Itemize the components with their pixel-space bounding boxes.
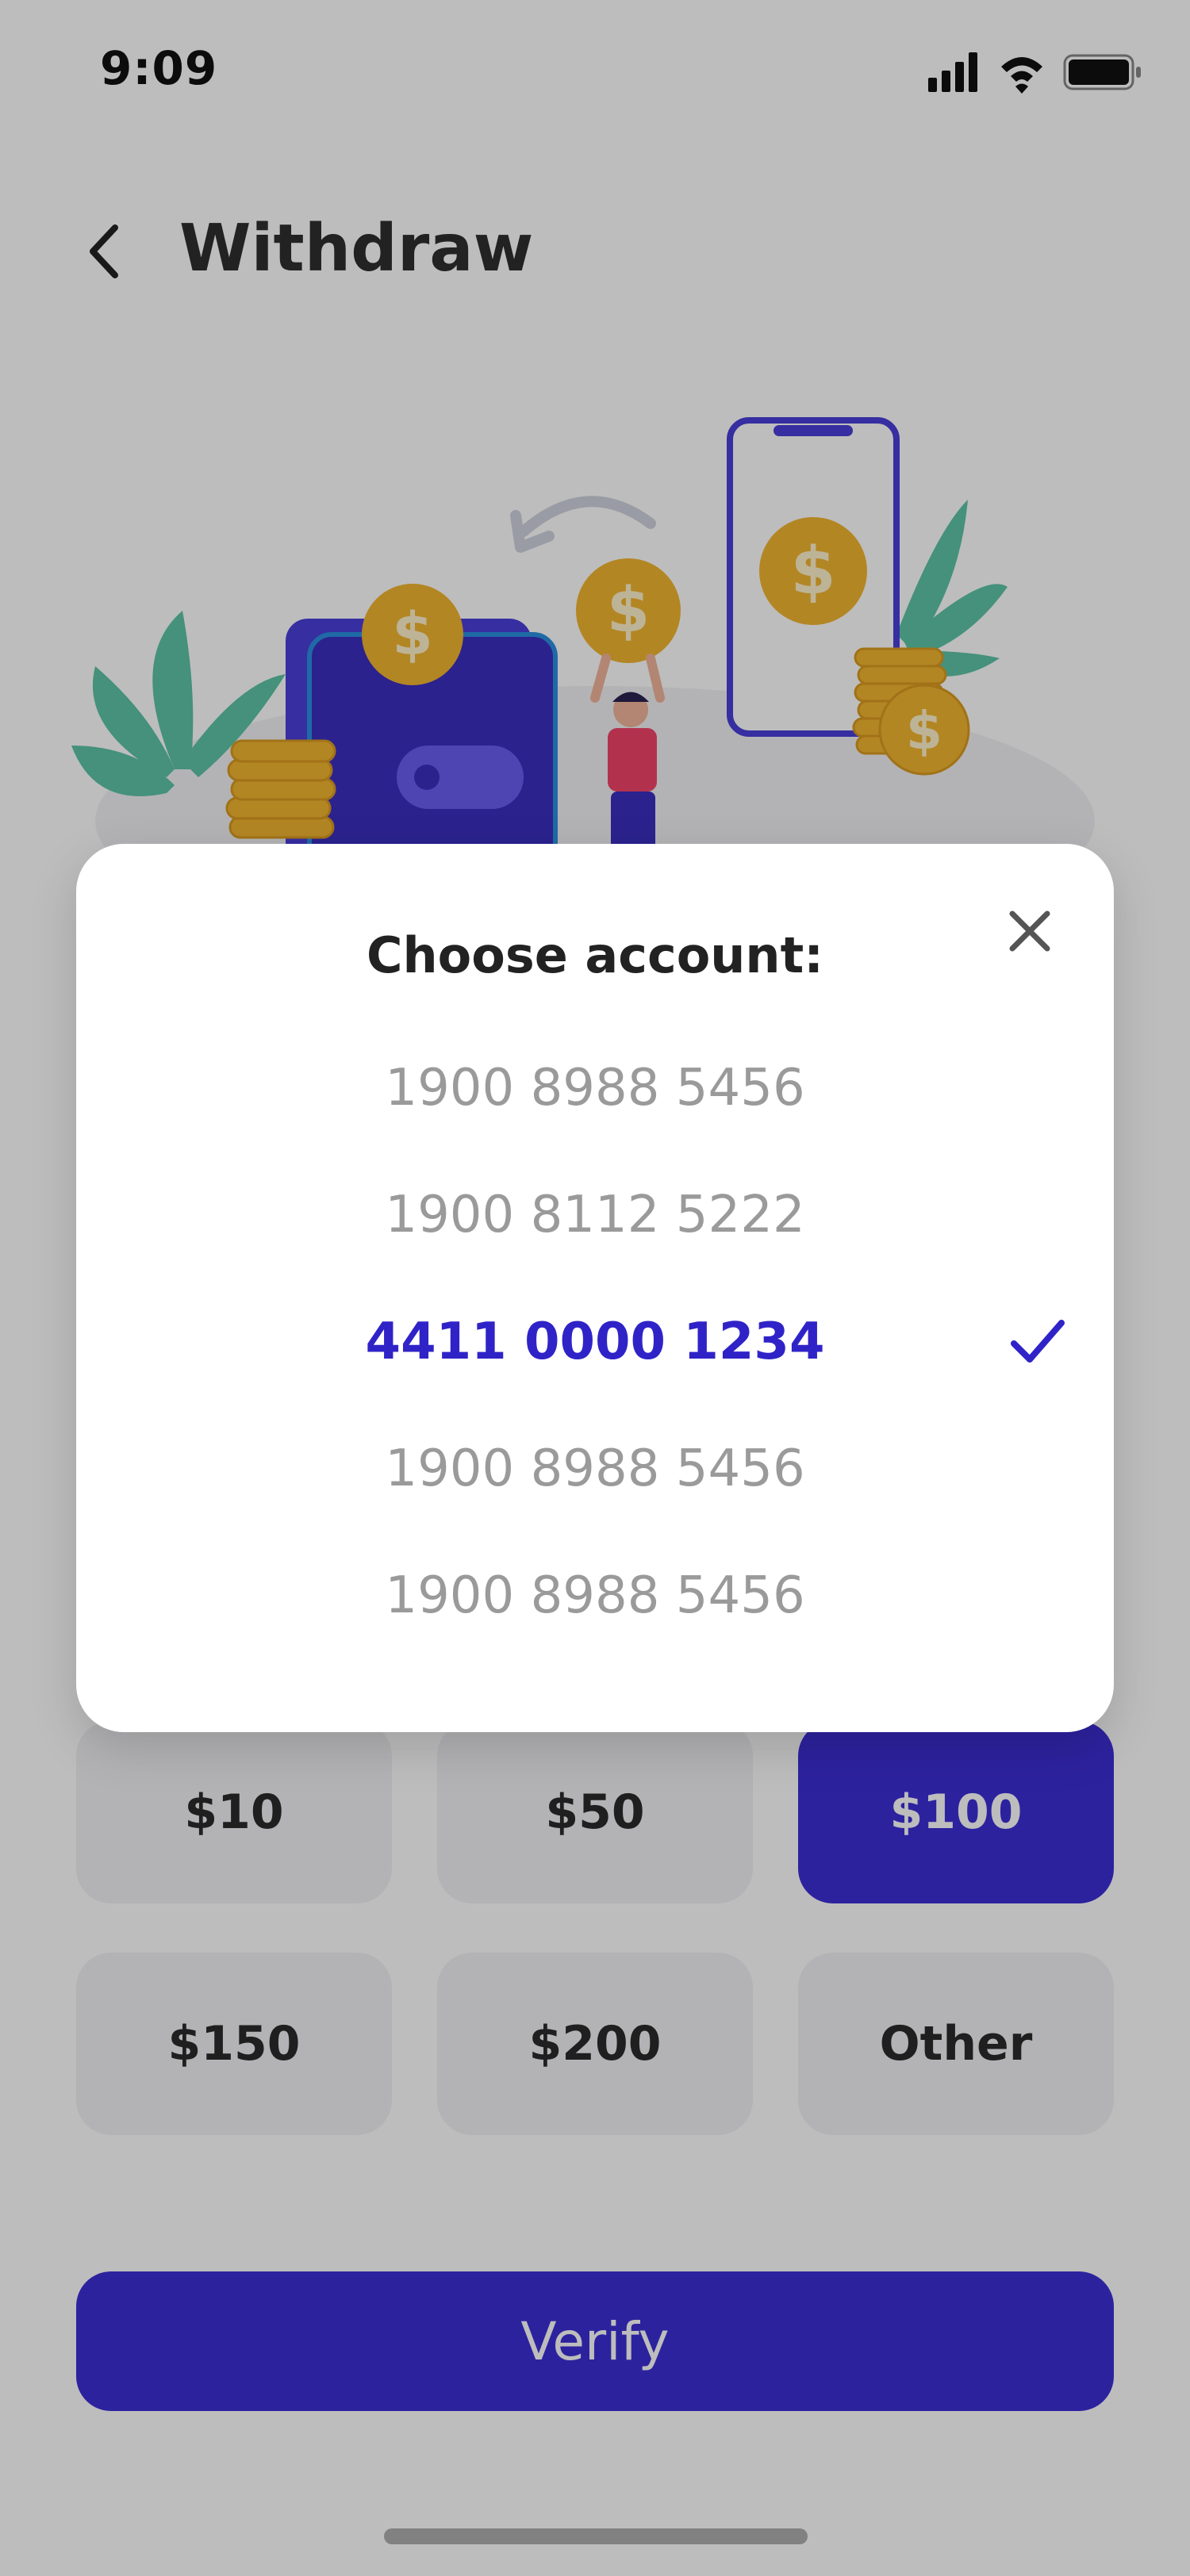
account-item[interactable]: 1900 8988 5456 — [76, 1548, 1114, 1643]
choose-account-modal: Choose account: 1900 8988 5456 1900 8112… — [76, 844, 1114, 1732]
account-number: 4411 0000 1234 — [365, 1313, 825, 1371]
account-item[interactable]: 1900 8112 5222 — [76, 1167, 1114, 1263]
account-item[interactable]: 1900 8988 5456 — [76, 1421, 1114, 1516]
close-button[interactable] — [992, 893, 1068, 969]
modal-title: Choose account: — [366, 926, 823, 984]
checkmark-icon — [1011, 1320, 1065, 1363]
account-number: 1900 8988 5456 — [385, 1439, 805, 1498]
account-item-selected[interactable]: 4411 0000 1234 — [76, 1294, 1114, 1390]
account-number: 1900 8988 5456 — [385, 1566, 805, 1625]
home-indicator — [384, 2528, 808, 2544]
account-number: 1900 8988 5456 — [385, 1059, 805, 1117]
account-number: 1900 8112 5222 — [385, 1186, 805, 1244]
account-item[interactable]: 1900 8988 5456 — [76, 1041, 1114, 1136]
close-icon — [1009, 910, 1050, 952]
